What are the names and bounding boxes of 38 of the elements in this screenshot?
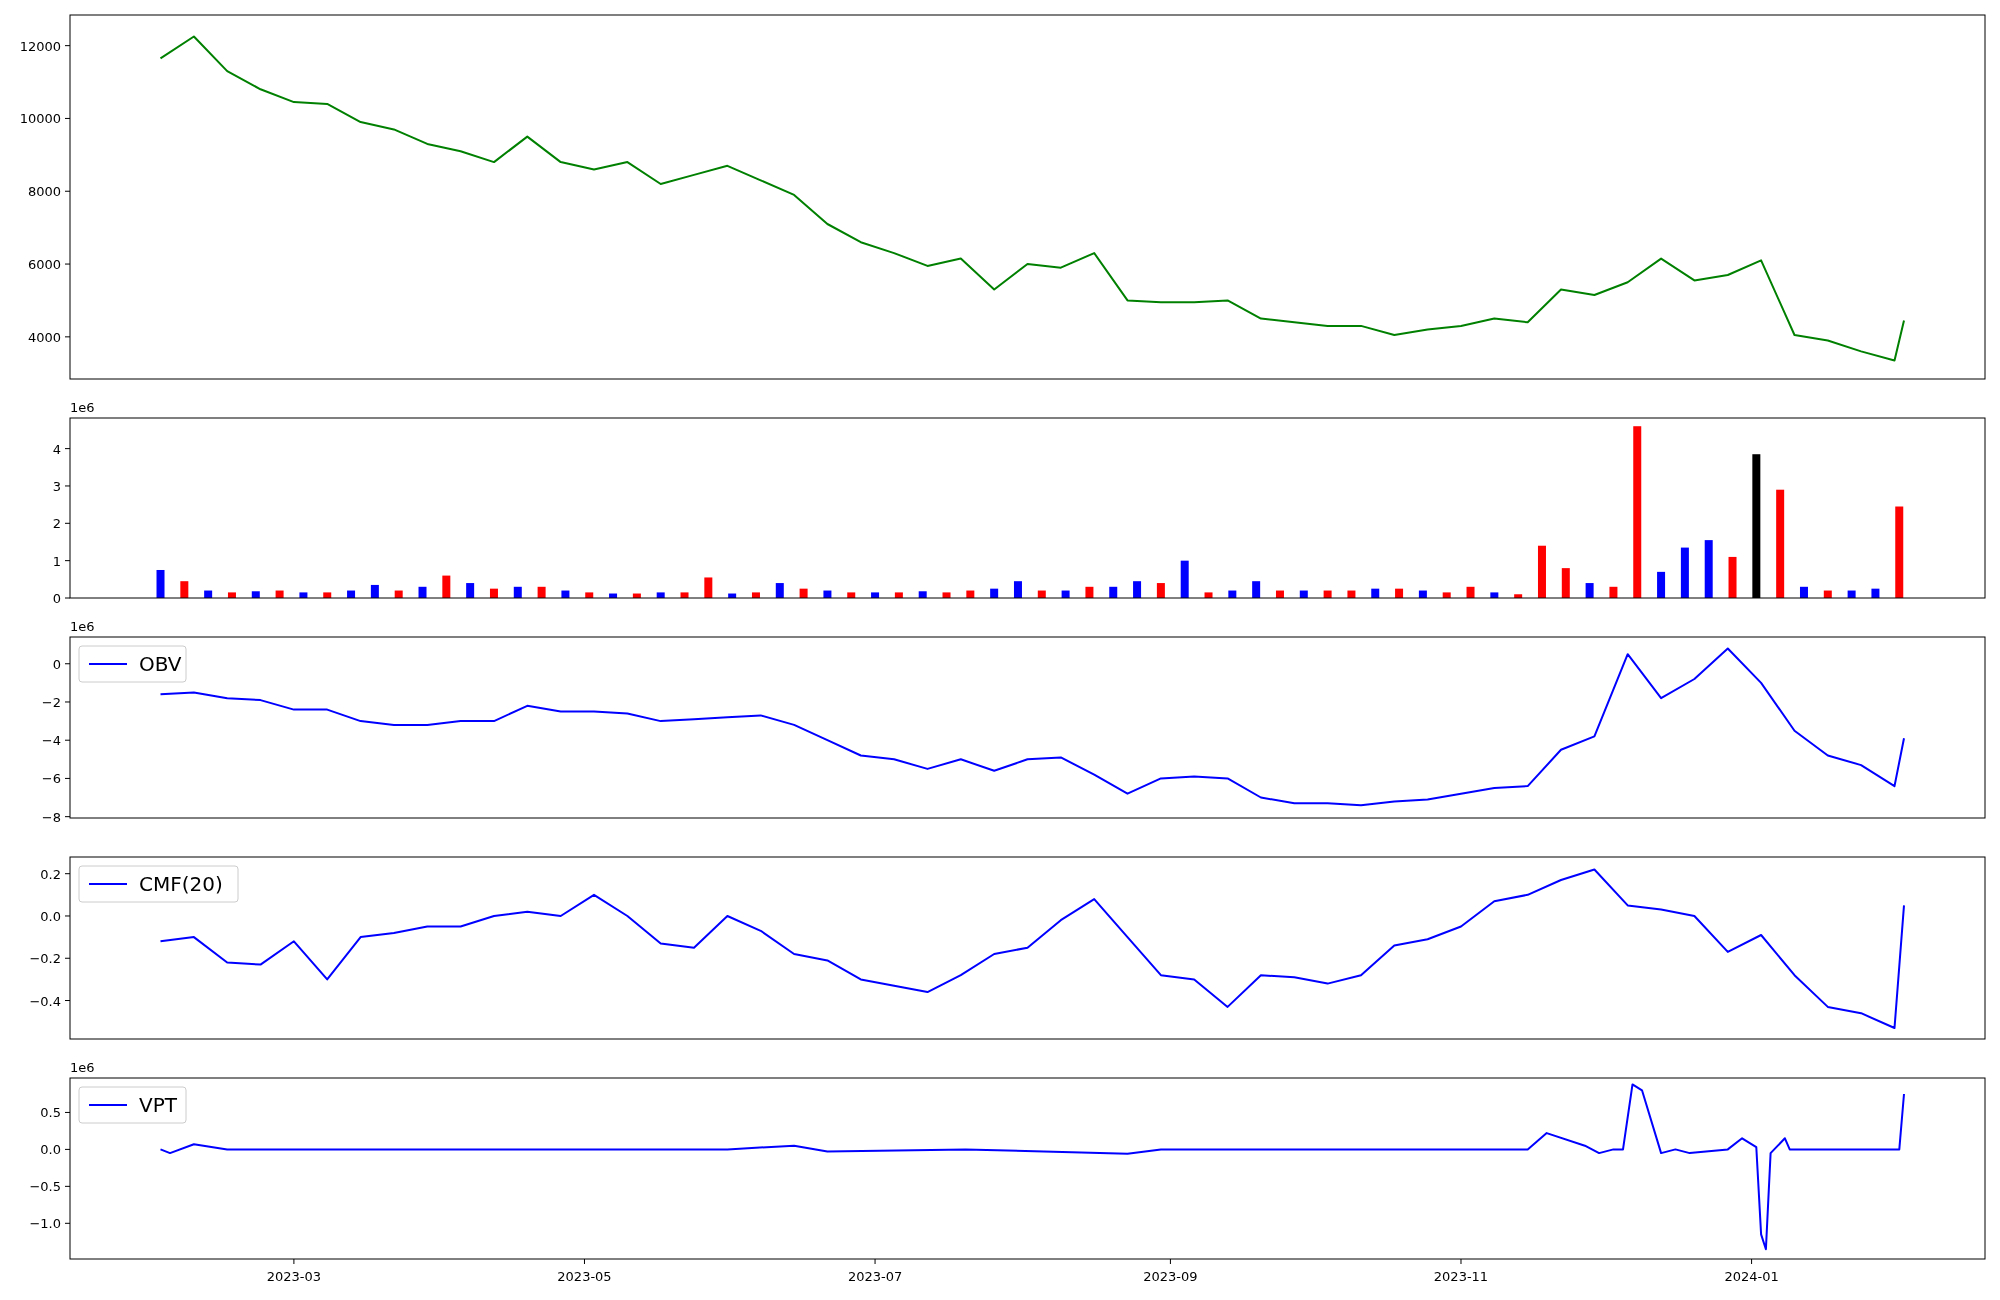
y-tick-label: −1.0 — [29, 1216, 61, 1232]
x-tick-label: 2023-05 — [557, 1269, 612, 1284]
y-tick-label: −0.2 — [29, 951, 61, 967]
y-tick-label: 1 — [52, 553, 61, 569]
axis-offset-label: 1e6 — [70, 619, 95, 634]
y-tick-label: −6 — [41, 771, 61, 787]
y-tick-label: 0 — [52, 656, 61, 672]
x-tick-label: 2023-03 — [266, 1269, 322, 1284]
y-tick-label: 0.0 — [40, 909, 61, 924]
legend-line-icon — [88, 1104, 128, 1106]
y-tick-label: 0 — [52, 591, 61, 606]
x-tick-label: 2023-09 — [1143, 1269, 1198, 1284]
y-tick-label: 0.5 — [40, 1105, 61, 1121]
y-tick-label: 3 — [52, 478, 61, 494]
y-tick-label: −0.5 — [29, 1179, 61, 1195]
y-tick-label: 0.0 — [40, 1142, 61, 1158]
y-tick-label: 10000 — [19, 111, 61, 127]
legend-label: VPT — [139, 1093, 177, 1117]
legend-label: OBV — [139, 652, 182, 676]
y-tick-label: 8000 — [27, 184, 61, 200]
axis-offset-label: 1e6 — [70, 400, 95, 415]
y-tick-label: 4000 — [27, 329, 61, 345]
axis-offset-label: 1e6 — [70, 1060, 95, 1075]
legend-label: CMF(20) — [139, 872, 223, 896]
legend-line-icon — [88, 883, 128, 885]
y-tick-label: −0.4 — [29, 993, 61, 1009]
x-tick-label: 2024-01 — [1724, 1269, 1779, 1284]
legend-line-icon — [88, 663, 128, 665]
y-tick-label: 12000 — [19, 38, 61, 54]
y-tick-label: 2 — [52, 516, 61, 532]
y-tick-label: −8 — [41, 809, 61, 825]
y-tick-label: −2 — [41, 695, 61, 710]
x-tick-label: 2023-11 — [1433, 1269, 1489, 1284]
y-tick-label: −4 — [41, 733, 61, 749]
y-tick-label: 4 — [52, 441, 61, 457]
x-tick-label: 2023-07 — [847, 1269, 903, 1284]
y-tick-label: 0.2 — [40, 866, 61, 882]
y-tick-label: 6000 — [27, 257, 61, 273]
